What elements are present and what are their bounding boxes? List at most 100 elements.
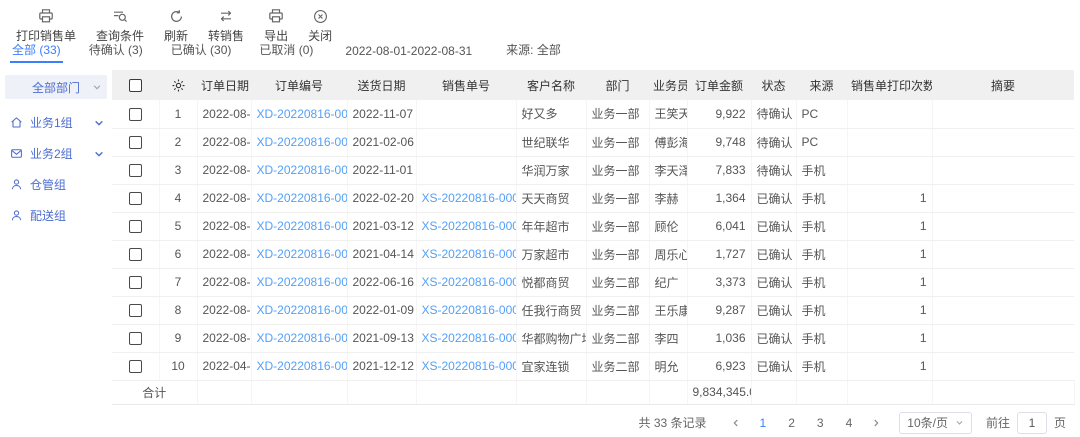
row-checkbox[interactable] [129, 136, 142, 149]
summary-cell [932, 268, 1074, 296]
column-header-summary[interactable]: 摘要 [932, 70, 1074, 100]
chevron-down-icon[interactable] [94, 118, 104, 128]
customer-cell: 好又多 [516, 100, 586, 128]
column-header-department[interactable]: 部门 [586, 70, 649, 100]
query-conditions-button[interactable]: 查询条件 [96, 8, 144, 44]
status-cell: 已确认 [751, 352, 796, 380]
column-header-delivery-date[interactable]: 送货日期 [347, 70, 416, 100]
column-header-order-no[interactable]: 订单编号 [251, 70, 347, 100]
order-no-link[interactable]: XD-20220816-000013 [251, 240, 347, 268]
row-number: 9 [159, 324, 197, 352]
goto-page-input[interactable] [1017, 412, 1047, 434]
amount-cell: 9,922 [687, 100, 751, 128]
sales-no-link[interactable]: XS-20220816-000012 [416, 268, 516, 296]
gear-icon[interactable] [171, 78, 186, 93]
sidebar-item-delivery-group[interactable]: 配送组 [0, 200, 112, 231]
tab-confirmed[interactable]: 已确认 (30) [169, 41, 234, 63]
sales-no-link[interactable]: XS-20220816-000010 [416, 324, 516, 352]
page-size-select[interactable]: 10条/页 [899, 412, 972, 434]
prev-page-button[interactable] [723, 418, 749, 428]
sidebar-item-label: 仓管组 [30, 176, 104, 193]
order-no-link[interactable]: XD-20220816-000012 [251, 268, 347, 296]
row-checkbox[interactable] [129, 220, 142, 233]
amount-cell: 1,727 [687, 240, 751, 268]
tab-all[interactable]: 全部 (33) [10, 41, 63, 63]
row-checkbox[interactable] [129, 192, 142, 205]
sidebar-item-warehouse-group[interactable]: 仓管组 [0, 169, 112, 200]
order-no-link[interactable]: XD-20220816-000010 [251, 324, 347, 352]
sales-no-link[interactable]: XS-20220816-000015 [416, 184, 516, 212]
chevron-down-icon[interactable] [94, 149, 104, 159]
department-cell: 业务二部 [586, 352, 649, 380]
tab-pending-confirm[interactable]: 待确认 (3) [87, 41, 145, 63]
row-checkbox[interactable] [129, 108, 142, 121]
order-no-link[interactable]: XD-20220816-000016 [251, 156, 347, 184]
column-header-customer[interactable]: 客户名称 [516, 70, 586, 100]
export-button[interactable]: 导出 [264, 8, 288, 44]
delivery-date-cell: 2021-04-14 [347, 240, 416, 268]
column-header-print-count[interactable]: 销售单打印次数 [847, 70, 932, 100]
sales-no-link[interactable] [416, 128, 516, 156]
status-cell: 待确认 [751, 100, 796, 128]
sales-no-link[interactable] [416, 100, 516, 128]
row-checkbox[interactable] [129, 332, 142, 345]
column-header-source[interactable]: 来源 [796, 70, 847, 100]
order-no-link[interactable]: XD-20220816-000014 [251, 212, 347, 240]
column-header-amount[interactable]: 订单金额 [687, 70, 751, 100]
customer-cell: 华都购物广场 [516, 324, 586, 352]
date-range-filter[interactable]: 2022-08-01-2022-08-31 [345, 44, 472, 63]
column-header-order-date[interactable]: 订单日期 [197, 70, 251, 100]
close-button[interactable]: 关闭 [308, 8, 332, 44]
next-page-button[interactable] [863, 418, 889, 428]
status-cell: 已确认 [751, 296, 796, 324]
order-no-link[interactable]: XD-20220816-000015 [251, 184, 347, 212]
sales-no-link[interactable]: XS-20220816-000011 [416, 296, 516, 324]
status-cell: 已确认 [751, 212, 796, 240]
row-number: 6 [159, 240, 197, 268]
column-header-status[interactable]: 状态 [751, 70, 796, 100]
delivery-date-cell: 2022-11-01 [347, 156, 416, 184]
sidebar-item-sales-group-1[interactable]: 业务1组 [0, 107, 112, 138]
page-button-1[interactable]: 1 [749, 416, 778, 430]
department-select[interactable]: 全部部门 [5, 75, 107, 99]
tab-cancelled[interactable]: 已取消 (0) [257, 41, 315, 63]
summary-cell [932, 352, 1074, 380]
row-checkbox[interactable] [129, 304, 142, 317]
order-no-link[interactable]: XD-20220816-000017 [251, 128, 347, 156]
column-header-salesperson[interactable]: 业务员 [649, 70, 687, 100]
summary-cell [932, 156, 1074, 184]
salesperson-cell: 李赫 [649, 184, 687, 212]
department-select-value: 全部部门 [32, 79, 80, 96]
refresh-button[interactable]: 刷新 [164, 8, 188, 44]
sales-no-link[interactable]: XS-20220816-000014 [416, 212, 516, 240]
order-no-link[interactable]: XD-20220816-000018 [251, 100, 347, 128]
amount-cell: 1,036 [687, 324, 751, 352]
row-checkbox[interactable] [129, 360, 142, 373]
select-all-checkbox[interactable] [129, 79, 142, 92]
customer-cell: 世纪联华 [516, 128, 586, 156]
sales-no-link[interactable]: XS-20220816-000013 [416, 240, 516, 268]
department-sidebar: 全部部门 业务1组 业务2组 [0, 70, 112, 231]
sales-no-link[interactable] [416, 156, 516, 184]
page-button-4[interactable]: 4 [835, 416, 864, 430]
sidebar-item-sales-group-2[interactable]: 业务2组 [0, 138, 112, 169]
sales-no-link[interactable]: XS-20220816-000009 [416, 352, 516, 380]
order-date-cell: 2022-08-11 [197, 240, 251, 268]
order-date-cell: 2022-08-10 [197, 268, 251, 296]
sidebar-item-label: 业务2组 [30, 145, 87, 162]
page-button-2[interactable]: 2 [777, 416, 806, 430]
source-cell: 手机 [796, 324, 847, 352]
column-header-sales-no[interactable]: 销售单号 [416, 70, 516, 100]
table-body: 1 2022-08-16 XD-20220816-000018 2022-11-… [112, 100, 1074, 404]
row-checkbox[interactable] [129, 248, 142, 261]
order-no-link[interactable]: XD-20220816-000011 [251, 296, 347, 324]
print-sales-order-button[interactable]: 打印销售单 [16, 8, 76, 44]
sidebar-item-label: 业务1组 [30, 114, 87, 131]
order-no-link[interactable]: XD-20220816-000009 [251, 352, 347, 380]
source-filter[interactable]: 来源: 全部 [506, 41, 561, 63]
row-checkbox[interactable] [129, 164, 142, 177]
page-button-3[interactable]: 3 [806, 416, 835, 430]
row-select-cell [112, 268, 159, 296]
transfer-to-sales-button[interactable]: 转销售 [208, 8, 244, 44]
row-checkbox[interactable] [129, 276, 142, 289]
